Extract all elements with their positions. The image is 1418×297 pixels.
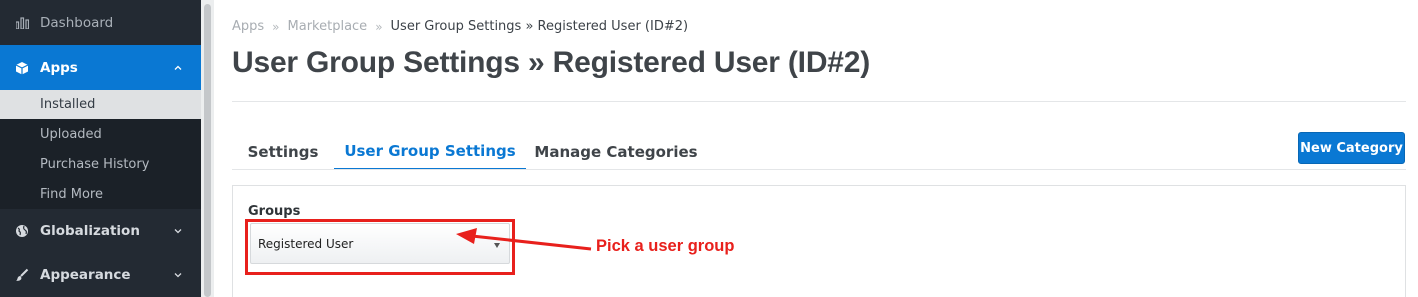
sidebar-item-dashboard[interactable]: Dashboard: [0, 0, 201, 45]
tab-settings[interactable]: Settings: [232, 134, 334, 170]
tab-divider: [232, 169, 1406, 170]
sidebar-item-label: Apps: [40, 59, 78, 76]
chevron-up-icon: [174, 65, 182, 70]
annotation-text: Pick a user group: [596, 237, 735, 255]
groups-label: Groups: [248, 204, 301, 219]
sidebar-item-apps[interactable]: Apps: [0, 45, 201, 90]
sidebar-item-globalization[interactable]: Globalization: [0, 209, 201, 253]
sidebar: Dashboard Apps Installed Uploaded Purcha…: [0, 0, 201, 297]
chevron-down-icon: [174, 229, 182, 234]
sidebar-subitem-find-more[interactable]: Find More: [0, 179, 201, 209]
globe-icon: [15, 224, 29, 238]
sidebar-subitem-label: Purchase History: [40, 156, 150, 172]
sidebar-subitem-purchase-history[interactable]: Purchase History: [0, 149, 201, 179]
annotation-arrow-icon: [456, 228, 592, 251]
breadcrumb-link-apps[interactable]: Apps: [232, 19, 264, 34]
new-category-button[interactable]: New Category: [1298, 132, 1405, 164]
breadcrumb-link-marketplace[interactable]: Marketplace: [288, 19, 368, 34]
breadcrumb-separator: »: [272, 19, 280, 34]
breadcrumb: Apps » Marketplace » User Group Settings…: [232, 19, 688, 34]
breadcrumb-current: User Group Settings » Registered User (I…: [390, 19, 689, 34]
chevron-down-icon: [174, 273, 182, 278]
sidebar-item-label: Globalization: [40, 223, 140, 239]
sidebar-subitem-label: Uploaded: [40, 126, 102, 142]
sidebar-subitem-label: Find More: [40, 186, 103, 202]
chart-bars-icon: [15, 16, 29, 30]
cube-icon: [15, 61, 29, 75]
page-title: User Group Settings » Registered User (I…: [232, 46, 871, 79]
sidebar-scrollbar[interactable]: [204, 4, 211, 297]
sidebar-item-appearance[interactable]: Appearance: [0, 253, 201, 297]
sidebar-subitem-label: Installed: [40, 97, 96, 112]
sidebar-subitem-uploaded[interactable]: Uploaded: [0, 119, 201, 149]
brush-icon: [15, 268, 29, 282]
sidebar-item-label: Dashboard: [40, 14, 114, 31]
sidebar-subitem-installed[interactable]: Installed: [0, 90, 201, 119]
sidebar-item-label: Appearance: [40, 267, 131, 283]
divider: [232, 101, 1406, 102]
tab-bar: Settings User Group Settings Manage Cate…: [232, 134, 1406, 170]
tab-manage-categories[interactable]: Manage Categories: [526, 134, 706, 170]
tab-user-group-settings[interactable]: User Group Settings: [334, 134, 526, 170]
breadcrumb-separator: »: [375, 19, 383, 34]
